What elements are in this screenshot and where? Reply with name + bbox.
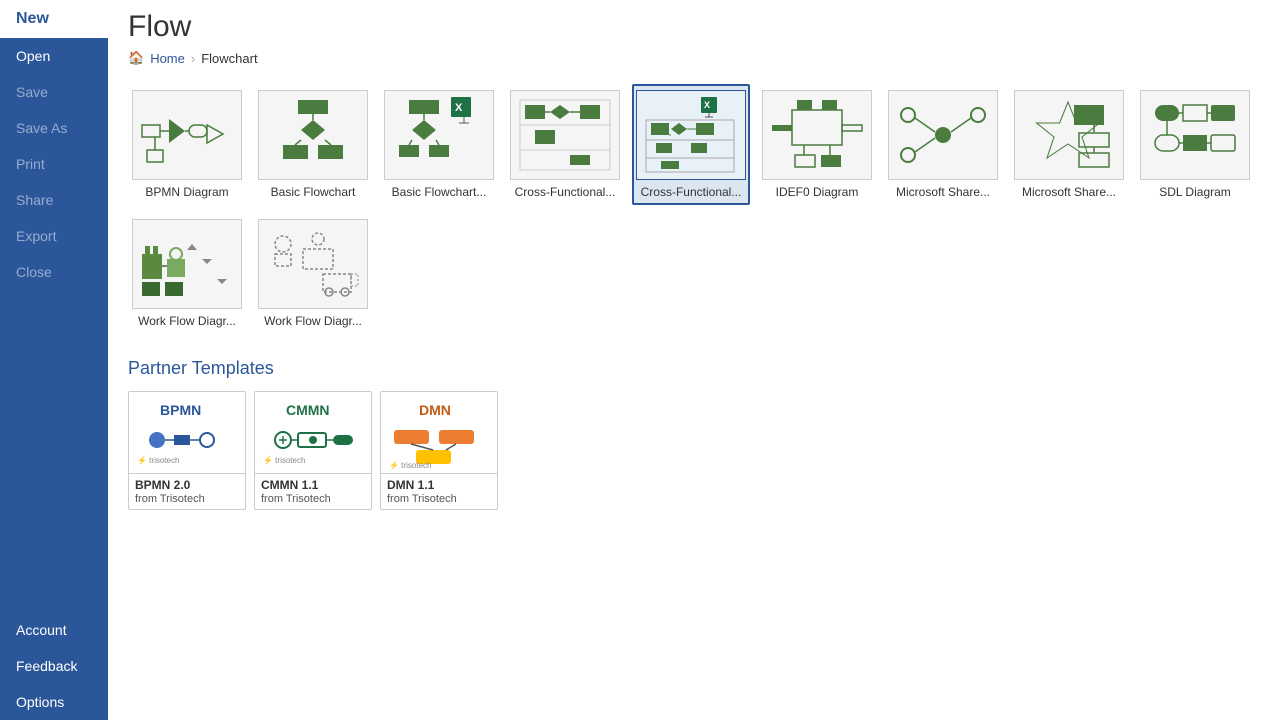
main-content: Flow 🏠 Home › Flowchart BPMN <box>108 0 1280 720</box>
sidebar-item-options[interactable]: Options <box>0 684 108 720</box>
partner-label-cmmn: CMMN 1.1 <box>255 474 371 493</box>
partner-templates-title: Partner Templates <box>128 358 1260 379</box>
template-card-workflow1[interactable]: Work Flow Diagr... <box>128 213 246 334</box>
template-grid: BPMN Diagram Basic Flowchart <box>128 84 1260 334</box>
template-card-basic-flow[interactable]: Basic Flowchart <box>254 84 372 205</box>
template-card-basic-flow-excel[interactable]: X Basic Flowchart... <box>380 84 498 205</box>
template-label-sdl: SDL Diagram <box>1140 185 1250 199</box>
template-card-idef0[interactable]: IDEF0 Diagram <box>758 84 876 205</box>
template-label-bpmn: BPMN Diagram <box>132 185 242 199</box>
template-card-cross-func1[interactable]: Cross-Functional... <box>506 84 624 205</box>
partner-thumb-dmn: DMN ⚡ trisotech <box>381 392 497 474</box>
partner-template-grid: BPMN ⚡ trisotech BPMN 2.0 from Trisotech… <box>128 391 1260 510</box>
template-label-basic-flow: Basic Flowchart <box>258 185 368 199</box>
sidebar-item-print: Print <box>0 146 108 182</box>
template-thumb-workflow2 <box>258 219 368 309</box>
template-card-bpmn[interactable]: BPMN Diagram <box>128 84 246 205</box>
template-thumb-basic-flow <box>258 90 368 180</box>
template-card-workflow2[interactable]: Work Flow Diagr... <box>254 213 372 334</box>
sidebar-item-save: Save <box>0 74 108 110</box>
template-card-ms-share2[interactable]: Microsoft Share... <box>1010 84 1128 205</box>
svg-text:⚡ trisotech: ⚡ trisotech <box>263 455 305 465</box>
sidebar-item-account[interactable]: Account <box>0 612 108 648</box>
template-thumb-cross-func1 <box>510 90 620 180</box>
sidebar-item-open[interactable]: Open <box>0 38 108 74</box>
template-card-cross-func2[interactable]: X Cross-Funct <box>632 84 750 205</box>
page-heading: Flow <box>128 10 1260 44</box>
partner-sublabel-dmn: from Trisotech <box>381 493 497 509</box>
template-label-basic-flow-excel: Basic Flowchart... <box>384 185 494 199</box>
sidebar-item-new[interactable]: New <box>0 0 108 38</box>
template-label-cross-func2: Cross-Functional... <box>636 185 746 199</box>
partner-sublabel-bpmn2: from Trisotech <box>129 493 245 509</box>
template-card-sdl[interactable]: SDL Diagram <box>1136 84 1254 205</box>
partner-card-dmn[interactable]: DMN ⚡ trisotech DMN 1.1 from Trisotech <box>380 391 498 510</box>
template-thumb-workflow1 <box>132 219 242 309</box>
sidebar-item-share: Share <box>0 182 108 218</box>
template-thumb-cross-func2: X <box>636 90 746 180</box>
svg-text:⚡ trisotech: ⚡ trisotech <box>137 455 179 465</box>
sidebar: New Open Save Save As Print Share Export… <box>0 0 108 720</box>
breadcrumb: 🏠 Home › Flowchart <box>128 50 1260 66</box>
breadcrumb-sep: › <box>191 51 195 66</box>
template-thumb-basic-flow-excel: X <box>384 90 494 180</box>
svg-text:BPMN: BPMN <box>160 402 201 418</box>
sidebar-item-saveas: Save As <box>0 110 108 146</box>
partner-label-dmn: DMN 1.1 <box>381 474 497 493</box>
template-label-ms-share1: Microsoft Share... <box>888 185 998 199</box>
template-thumb-ms-share1 <box>888 90 998 180</box>
template-thumb-idef0 <box>762 90 872 180</box>
partner-sublabel-cmmn: from Trisotech <box>255 493 371 509</box>
sidebar-item-close: Close <box>0 254 108 290</box>
partner-thumb-bpmn2: BPMN ⚡ trisotech <box>129 392 245 474</box>
svg-text:X: X <box>704 100 710 110</box>
template-label-workflow2: Work Flow Diagr... <box>258 314 368 328</box>
svg-text:X: X <box>455 102 463 114</box>
svg-text:⚡ trisotech: ⚡ trisotech <box>389 460 431 470</box>
partner-thumb-cmmn: CMMN ⚡ trisotech <box>255 392 371 474</box>
svg-text:DMN: DMN <box>419 402 451 418</box>
sidebar-item-export: Export <box>0 218 108 254</box>
partner-card-cmmn[interactable]: CMMN ⚡ trisotech CMMN 1.1 from Trisotech <box>254 391 372 510</box>
breadcrumb-home[interactable]: Home <box>150 51 185 66</box>
template-label-ms-share2: Microsoft Share... <box>1014 185 1124 199</box>
template-thumb-bpmn <box>132 90 242 180</box>
partner-card-bpmn2[interactable]: BPMN ⚡ trisotech BPMN 2.0 from Trisotech <box>128 391 246 510</box>
breadcrumb-current: Flowchart <box>201 51 257 66</box>
partner-label-bpmn2: BPMN 2.0 <box>129 474 245 493</box>
template-thumb-ms-share2 <box>1014 90 1124 180</box>
template-thumb-sdl <box>1140 90 1250 180</box>
template-card-ms-share1[interactable]: Microsoft Share... <box>884 84 1002 205</box>
template-label-idef0: IDEF0 Diagram <box>762 185 872 199</box>
home-icon: 🏠 <box>128 50 144 66</box>
sidebar-item-feedback[interactable]: Feedback <box>0 648 108 684</box>
template-label-cross-func1: Cross-Functional... <box>510 185 620 199</box>
svg-text:CMMN: CMMN <box>286 402 330 418</box>
template-label-workflow1: Work Flow Diagr... <box>132 314 242 328</box>
